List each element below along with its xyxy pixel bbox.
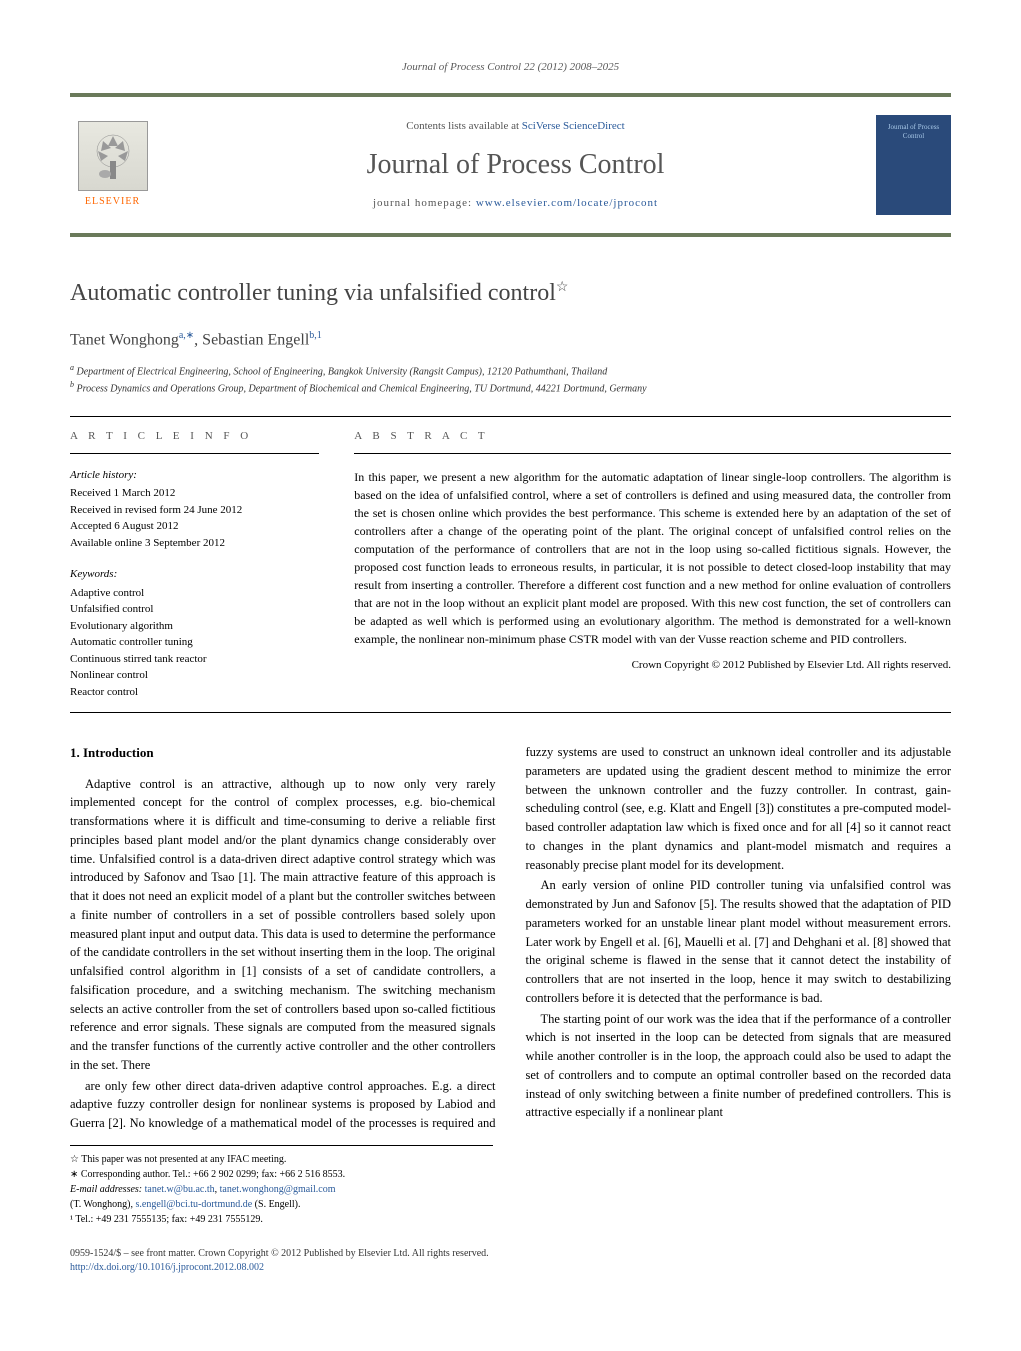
affiliation-a: Department of Electrical Engineering, Sc… — [74, 366, 607, 377]
contents-available-line: Contents lists available at SciVerse Sci… — [155, 119, 876, 134]
author-1-sup: a,∗ — [179, 330, 194, 341]
homepage-prefix: journal homepage: — [373, 197, 476, 209]
footnote-email-authors: (T. Wonghong), s.engell@bci.tu-dortmund.… — [70, 1197, 493, 1212]
footnote-corresponding: ∗ Corresponding author. Tel.: +66 2 902 … — [70, 1167, 493, 1182]
info-abstract-section: a r t i c l e i n f o Article history: R… — [70, 416, 951, 713]
email-link-3[interactable]: s.engell@bci.tu-dortmund.de — [135, 1199, 252, 1210]
cover-title-text: Journal of Process Control — [880, 123, 947, 140]
footer-copyright: 0959-1524/$ – see front matter. Crown Co… — [70, 1247, 951, 1261]
homepage-link[interactable]: www.elsevier.com/locate/jprocont — [476, 197, 658, 209]
article-history-label: Article history: — [70, 468, 319, 483]
journal-title: Journal of Process Control — [155, 145, 876, 184]
author-2-sup: b,1 — [309, 330, 322, 341]
doi-link[interactable]: http://dx.doi.org/10.1016/j.jprocont.201… — [70, 1262, 264, 1273]
elsevier-text: ELSEVIER — [85, 195, 140, 209]
footnote-star: ☆ This paper was not presented at any IF… — [70, 1152, 493, 1167]
email-label: E-mail addresses: — [70, 1184, 145, 1195]
email-author-1: (T. Wonghong), — [70, 1199, 135, 1210]
article-history-text: Received 1 March 2012 Received in revise… — [70, 485, 319, 551]
email-author-2: (S. Engell). — [252, 1199, 300, 1210]
abstract-text: In this paper, we present a new algorith… — [354, 468, 951, 648]
email-link-1[interactable]: tanet.w@bu.ac.th — [145, 1184, 215, 1195]
keywords-label: Keywords: — [70, 567, 319, 582]
body-paragraph-1: Adaptive control is an attractive, altho… — [70, 775, 496, 1075]
affiliation-b: Process Dynamics and Operations Group, D… — [74, 383, 647, 394]
title-footnote-marker: ☆ — [556, 280, 569, 295]
sciencedirect-link[interactable]: SciVerse ScienceDirect — [522, 120, 625, 132]
article-title: Automatic controller tuning via unfalsif… — [70, 277, 951, 311]
authors-line: Tanet Wonghonga,∗, Sebastian Engellb,1 — [70, 329, 951, 352]
header-center: Contents lists available at SciVerse Sci… — [155, 119, 876, 211]
body-paragraph-3: An early version of online PID controlle… — [526, 876, 952, 1007]
journal-cover-thumbnail: Journal of Process Control — [876, 115, 951, 215]
affiliations: a Department of Electrical Engineering, … — [70, 362, 951, 397]
email-link-2[interactable]: tanet.wonghong@gmail.com — [220, 1184, 336, 1195]
body-paragraph-4: The starting point of our work was the i… — [526, 1010, 952, 1123]
homepage-line: journal homepage: www.elsevier.com/locat… — [155, 196, 876, 211]
article-info-block: a r t i c l e i n f o Article history: R… — [70, 417, 334, 713]
keywords-text: Adaptive control Unfalsified control Evo… — [70, 585, 319, 701]
article-info-heading: a r t i c l e i n f o — [70, 429, 319, 453]
page-footer: 0959-1524/$ – see front matter. Crown Co… — [70, 1247, 951, 1275]
main-body-columns: 1. Introduction Adaptive control is an a… — [70, 743, 951, 1133]
footnote-tel-1: ¹ Tel.: +49 231 7555135; fax: +49 231 75… — [70, 1212, 493, 1227]
title-text: Automatic controller tuning via unfalsif… — [70, 280, 556, 306]
abstract-copyright: Crown Copyright © 2012 Published by Else… — [354, 658, 951, 673]
footnotes-block: ☆ This paper was not presented at any IF… — [70, 1145, 493, 1227]
author-1: Tanet Wonghong — [70, 331, 179, 348]
section-1-title: 1. Introduction — [70, 743, 496, 763]
author-2: , Sebastian Engell — [194, 331, 309, 348]
elsevier-logo: ELSEVIER — [70, 118, 155, 213]
elsevier-tree-icon — [78, 121, 148, 191]
contents-prefix: Contents lists available at — [406, 120, 521, 132]
journal-reference: Journal of Process Control 22 (2012) 200… — [70, 60, 951, 75]
abstract-block: a b s t r a c t In this paper, we presen… — [334, 417, 951, 713]
abstract-heading: a b s t r a c t — [354, 429, 951, 453]
footnote-emails: E-mail addresses: tanet.w@bu.ac.th, tane… — [70, 1182, 493, 1197]
journal-header-banner: ELSEVIER Contents lists available at Sci… — [70, 93, 951, 237]
